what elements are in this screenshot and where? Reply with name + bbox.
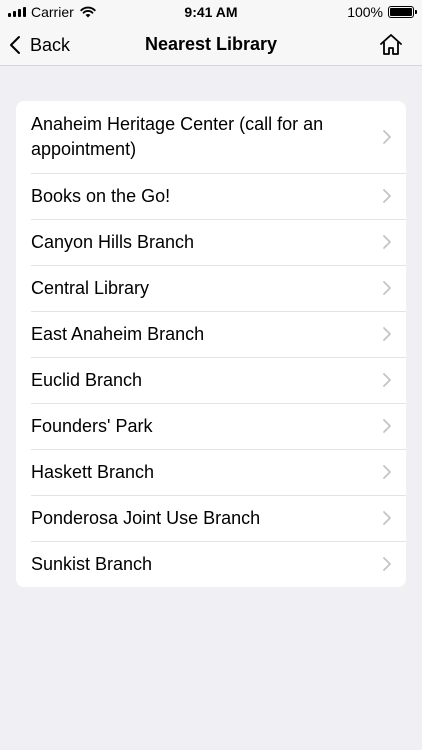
list-item[interactable]: Books on the Go!: [16, 173, 406, 219]
list-item-label: Books on the Go!: [31, 185, 171, 206]
status-right: 100%: [347, 4, 417, 20]
list-item-label: Canyon Hills Branch: [31, 231, 195, 252]
list-item-label: Anaheim Heritage Center (call for an app…: [31, 114, 324, 159]
status-bar: Carrier 9:41 AM 100%: [0, 0, 422, 24]
list-item[interactable]: Sunkist Branch: [16, 541, 406, 587]
chevron-right-icon: [383, 465, 391, 479]
battery-percent: 100%: [347, 4, 383, 20]
list-item-label: Founders' Park: [31, 415, 153, 436]
page-title: Nearest Library: [144, 34, 278, 54]
list-item-label: Sunkist Branch: [31, 553, 153, 574]
list-item[interactable]: Anaheim Heritage Center (call for an app…: [16, 101, 406, 173]
list-item[interactable]: Founders' Park: [16, 403, 406, 449]
chevron-right-icon: [383, 419, 391, 433]
chevron-right-icon: [383, 557, 391, 571]
list-item[interactable]: Euclid Branch: [16, 357, 406, 403]
list-item-label: Ponderosa Joint Use Branch: [31, 507, 261, 528]
list-item[interactable]: Ponderosa Joint Use Branch: [16, 495, 406, 541]
navigation-bar: Back Nearest Library: [0, 24, 422, 66]
chevron-right-icon: [383, 235, 391, 249]
home-icon[interactable]: [378, 32, 404, 58]
list-item[interactable]: East Anaheim Branch: [16, 311, 406, 357]
chevron-right-icon: [383, 373, 391, 387]
chevron-right-icon: [383, 511, 391, 525]
library-list: Anaheim Heritage Center (call for an app…: [16, 101, 406, 587]
chevron-right-icon: [383, 189, 391, 203]
list-item-label: East Anaheim Branch: [31, 323, 205, 344]
list-item-label: Central Library: [31, 277, 150, 298]
list-item[interactable]: Canyon Hills Branch: [16, 219, 406, 265]
chevron-right-icon: [383, 327, 391, 341]
list-item[interactable]: Central Library: [16, 265, 406, 311]
list-item[interactable]: Haskett Branch: [16, 449, 406, 495]
chevron-right-icon: [383, 281, 391, 295]
chevron-right-icon: [383, 130, 391, 144]
battery-icon: [388, 6, 417, 18]
list-item-label: Euclid Branch: [31, 369, 143, 390]
list-item-label: Haskett Branch: [31, 461, 155, 482]
